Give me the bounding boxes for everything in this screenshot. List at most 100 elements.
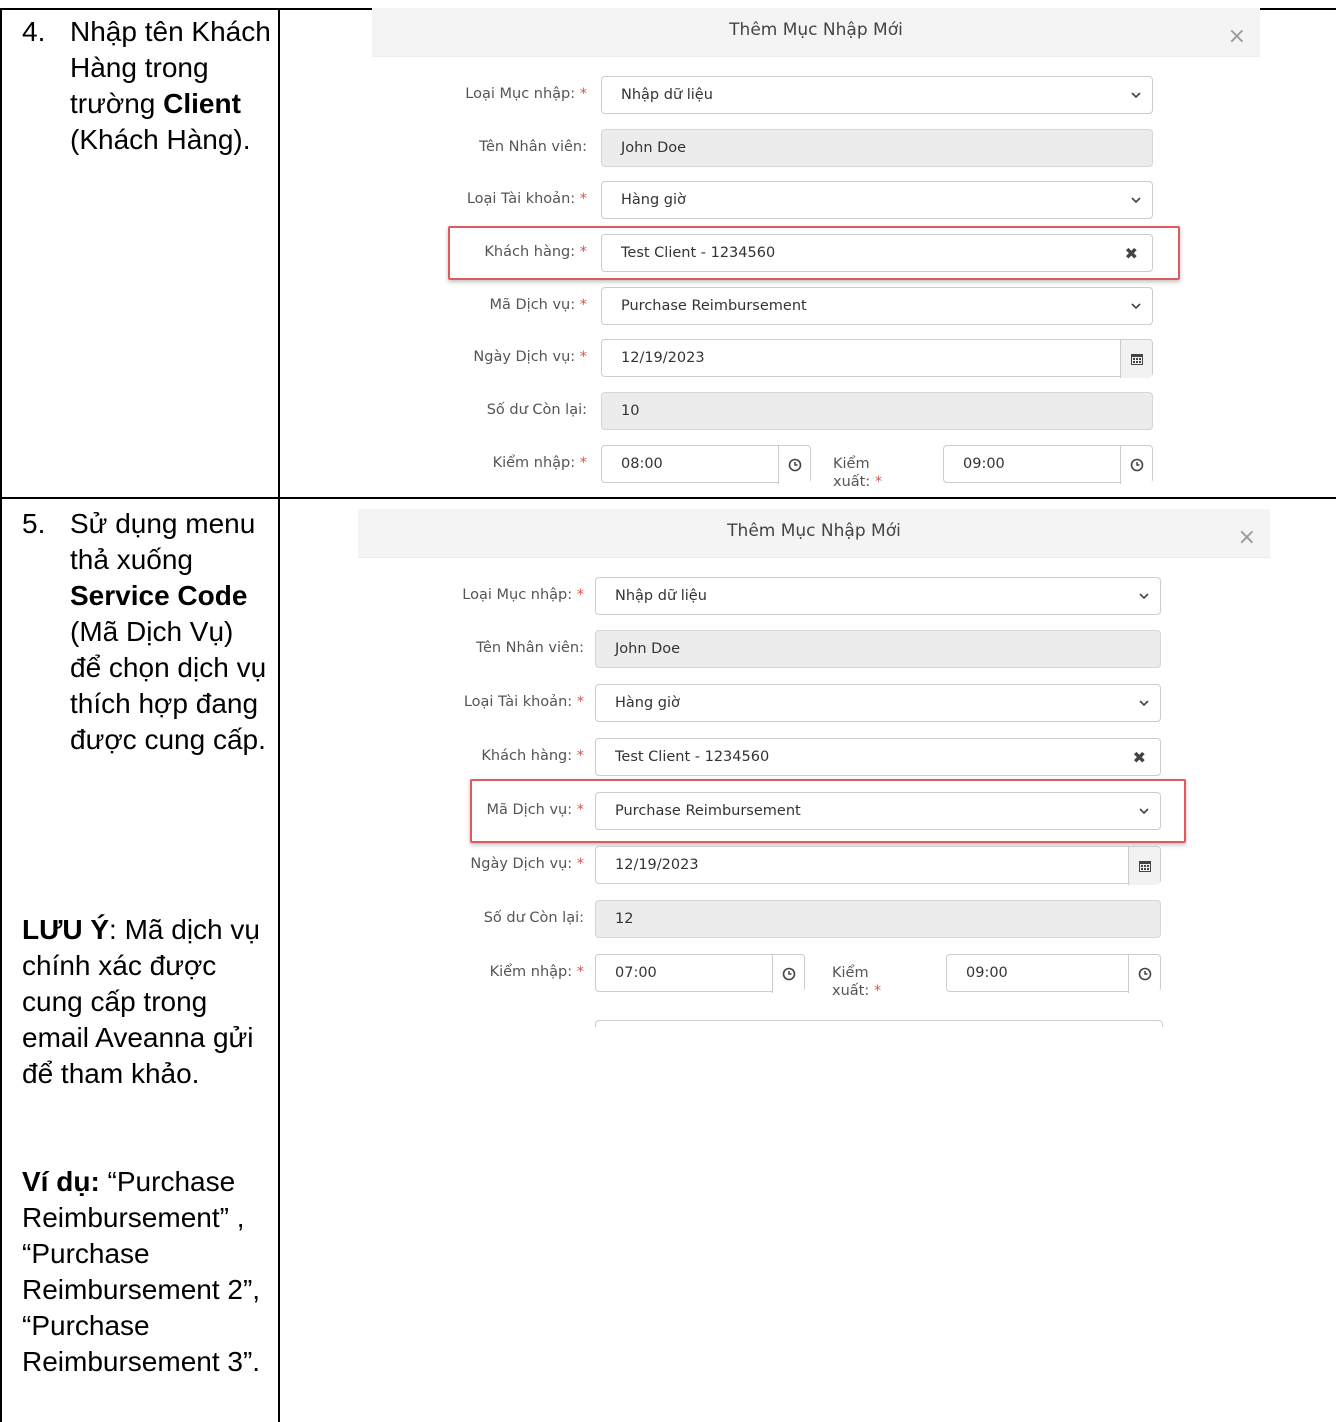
- client-select[interactable]: Test Client - 1234560 ✖: [601, 234, 1153, 272]
- account-type-value: Hàng giờ: [621, 192, 686, 208]
- service-code-select[interactable]: Purchase Reimbursement: [595, 792, 1161, 830]
- employee-name-value: John Doe: [615, 641, 681, 657]
- service-code-value: Purchase Reimbursement: [615, 803, 801, 819]
- service-date-input[interactable]: 12/19/2023: [601, 339, 1153, 378]
- required-marker: *: [579, 191, 587, 207]
- step-text: Sử dụng menu thả xuống: [70, 508, 256, 575]
- close-icon[interactable]: ×: [1238, 527, 1256, 549]
- client-row: Khách hàng: * Test Client - 1234560 ✖: [372, 234, 1260, 274]
- required-marker: *: [576, 694, 584, 710]
- remaining-balance-value: 10: [621, 403, 640, 419]
- client-row: Khách hàng: * Test Client - 1234560 ✖: [358, 738, 1270, 778]
- modal-header: Thêm Mục Nhập Mới ×: [358, 509, 1270, 558]
- required-marker: *: [579, 244, 587, 260]
- step-text: (Khách Hàng).: [70, 124, 251, 155]
- chevron-down-icon: [1131, 197, 1141, 204]
- account-type-select[interactable]: Hàng giờ: [595, 684, 1161, 722]
- employee-name-field: John Doe: [601, 129, 1153, 167]
- entry-type-row: Loại Mục nhập: * Nhập dữ liệu: [372, 76, 1260, 116]
- field-name: Service Code: [70, 580, 248, 611]
- field-name: Client: [163, 88, 241, 119]
- check-in-label: Kiểm nhập: *: [489, 964, 584, 980]
- clear-icon[interactable]: ✖: [1133, 748, 1146, 767]
- service-date-row: Ngày Dịch vụ: * 12/19/2023: [358, 846, 1270, 886]
- client-label: Khách hàng: *: [481, 748, 584, 764]
- note-paragraph: LƯU Ý: Mã dịch vụ chính xác được cung cấ…: [22, 912, 272, 1092]
- remaining-balance-label: Số dư Còn lại:: [483, 910, 584, 926]
- modal-title: Thêm Mục Nhập Mới: [729, 20, 903, 40]
- table-column-divider: [278, 8, 280, 1422]
- employee-name-field: John Doe: [595, 630, 1161, 668]
- service-date-input[interactable]: 12/19/2023: [595, 846, 1161, 885]
- service-code-select[interactable]: Purchase Reimbursement: [601, 287, 1153, 325]
- chevron-down-icon: [1139, 700, 1149, 707]
- check-in-input[interactable]: 07:00: [595, 954, 805, 993]
- employee-name-row: Tên Nhân viên: John Doe: [372, 129, 1260, 169]
- required-marker: *: [579, 455, 587, 471]
- account-type-row: Loại Tài khoản: * Hàng giờ: [358, 684, 1270, 724]
- step-5-instruction: 5. Sử dụng menu thả xuống Service Code (…: [22, 506, 272, 758]
- account-type-select[interactable]: Hàng giờ: [601, 181, 1153, 219]
- employee-name-row: Tên Nhân viên: John Doe: [358, 630, 1270, 670]
- service-code-label: Mã Dịch vụ: *: [486, 802, 585, 818]
- remaining-balance-row: Số dư Còn lại: 12: [358, 900, 1270, 940]
- example-paragraph: Ví dụ: “Purchase Reimbursement” , “Purch…: [22, 1164, 272, 1380]
- check-in-input[interactable]: 08:00: [601, 445, 811, 484]
- entry-type-value: Nhập dữ liệu: [615, 588, 707, 604]
- service-date-label: Ngày Dịch vụ: *: [470, 856, 584, 872]
- calendar-button[interactable]: [1128, 847, 1160, 885]
- service-date-row: Ngày Dịch vụ: * 12/19/2023: [372, 339, 1260, 379]
- service-code-row: Mã Dịch vụ: * Purchase Reimbursement: [372, 287, 1260, 327]
- required-marker: *: [579, 297, 587, 313]
- check-in-label: Kiểm nhập: *: [492, 455, 587, 471]
- close-icon[interactable]: ×: [1228, 26, 1246, 48]
- check-times-row: Kiểm nhập: * 08:00 Kiểm xuất: * 09:00: [372, 445, 1260, 495]
- clock-button[interactable]: [1128, 955, 1160, 993]
- required-marker: *: [576, 964, 584, 980]
- example-text: “Purchase Reimbursement” , “Purchase Rei…: [22, 1166, 261, 1377]
- calendar-button[interactable]: [1120, 340, 1152, 378]
- employee-name-label: Tên Nhân viên:: [479, 139, 587, 155]
- employee-name-label: Tên Nhân viên:: [476, 640, 584, 656]
- check-out-input[interactable]: 09:00: [946, 954, 1161, 993]
- clock-button[interactable]: [1120, 446, 1152, 484]
- client-value: Test Client - 1234560: [615, 749, 770, 765]
- step-text: (Mã Dịch Vụ) để chọn dịch vụ thích hợp đ…: [70, 616, 267, 755]
- clock-icon: [788, 458, 802, 472]
- table-left-border: [0, 8, 2, 1422]
- account-type-label: Loại Tài khoản: *: [466, 191, 587, 207]
- clock-button[interactable]: [772, 955, 804, 993]
- remaining-balance-field: 12: [595, 900, 1161, 938]
- check-out-label: Kiểm xuất: *: [833, 456, 883, 490]
- required-marker: *: [579, 349, 587, 365]
- required-marker: *: [576, 748, 584, 764]
- clock-button[interactable]: [778, 446, 810, 484]
- remaining-balance-row: Số dư Còn lại: 10: [372, 392, 1260, 432]
- clear-icon[interactable]: ✖: [1125, 244, 1138, 263]
- chevron-down-icon: [1131, 303, 1141, 310]
- chevron-down-icon: [1131, 92, 1141, 99]
- service-code-row: Mã Dịch vụ: * Purchase Reimbursement: [358, 792, 1270, 832]
- check-out-value: 09:00: [966, 965, 1008, 981]
- clock-icon: [1130, 458, 1144, 472]
- client-value: Test Client - 1234560: [621, 245, 776, 261]
- check-times-row: Kiểm nhập: * 07:00 Kiểm xuất: * 09:00: [358, 954, 1270, 1004]
- entry-type-select[interactable]: Nhập dữ liệu: [601, 76, 1153, 114]
- step-4-instruction: 4. Nhập tên Khách Hàng trong trường Clie…: [22, 14, 272, 158]
- modal-title: Thêm Mục Nhập Mới: [727, 521, 901, 541]
- client-select[interactable]: Test Client - 1234560 ✖: [595, 738, 1161, 776]
- step-number: 4.: [22, 16, 46, 47]
- note-label: LƯU Ý: [22, 914, 110, 945]
- table-row-divider: [0, 497, 1336, 499]
- account-type-label: Loại Tài khoản: *: [463, 694, 584, 710]
- entry-type-select[interactable]: Nhập dữ liệu: [595, 577, 1161, 615]
- required-marker: *: [874, 474, 883, 490]
- check-in-value: 08:00: [621, 456, 663, 472]
- remaining-balance-label: Số dư Còn lại:: [486, 402, 587, 418]
- example-label: Ví dụ:: [22, 1166, 100, 1197]
- new-entry-modal-step5: Thêm Mục Nhập Mới × Loại Mục nhập: * Nhậ…: [358, 509, 1270, 1029]
- check-out-label: Kiểm xuất: *: [832, 965, 882, 999]
- step-number: 5.: [22, 508, 46, 539]
- service-date-value: 12/19/2023: [615, 857, 699, 873]
- check-out-input[interactable]: 09:00: [943, 445, 1153, 484]
